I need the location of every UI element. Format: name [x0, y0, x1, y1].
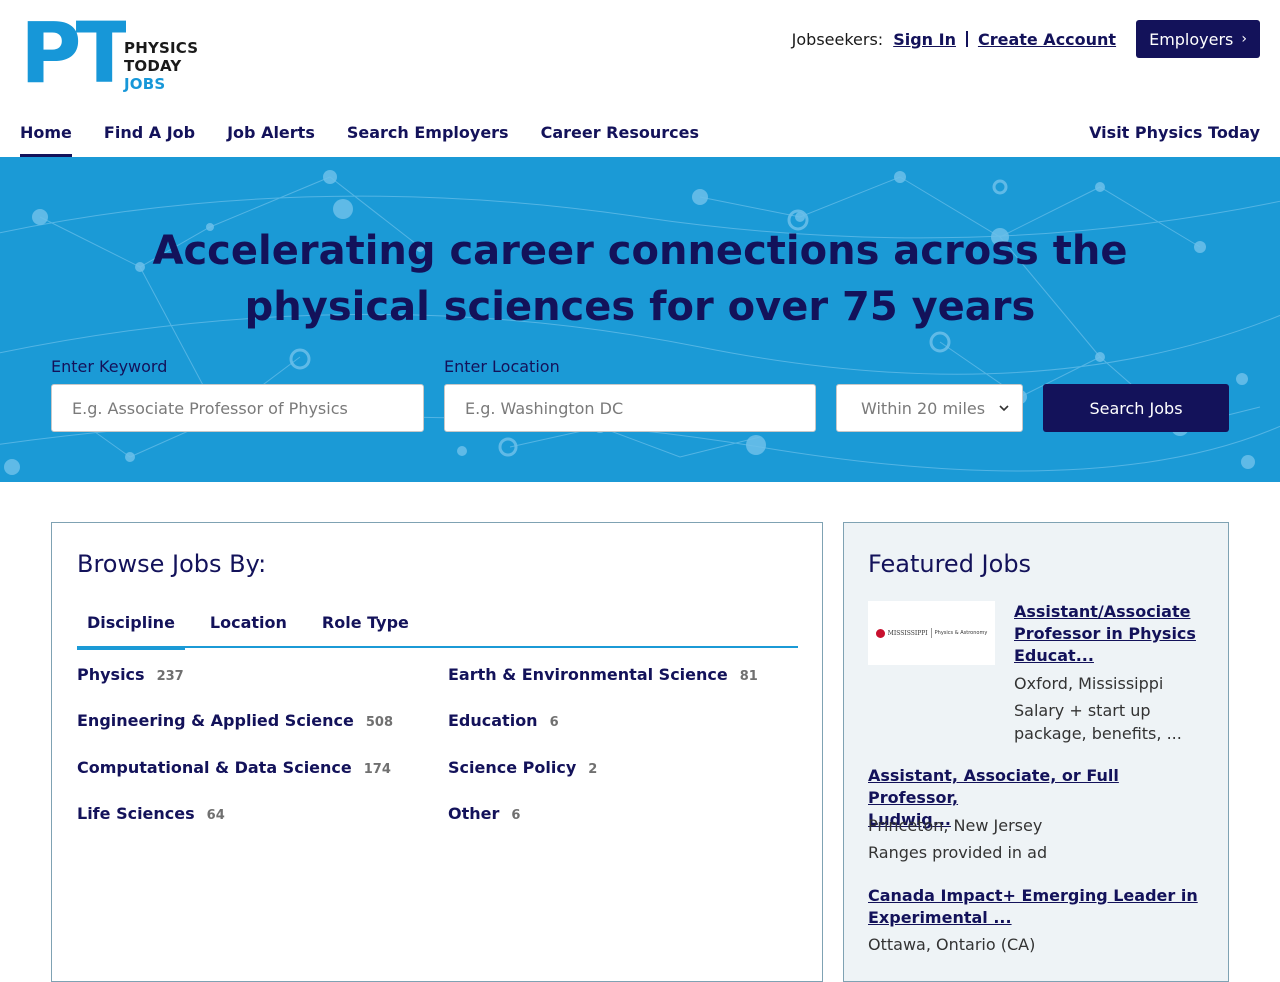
discipline-link[interactable]: Science Policy 2 [448, 758, 597, 777]
discipline-count: 81 [739, 669, 758, 684]
site-header: PT PHYSICS TODAY JOBS Jobseekers: Sign I… [0, 0, 1280, 157]
logo-jobs: JOBS [124, 75, 166, 93]
radius-select[interactable]: Within 20 miles [836, 384, 1023, 432]
discipline-count: 6 [511, 808, 521, 823]
hero-headline: Accelerating career connections across t… [152, 228, 1128, 330]
discipline-name: Physics [77, 665, 145, 684]
discipline-name: Education [448, 711, 538, 730]
sign-in-link[interactable]: Sign In [893, 30, 956, 49]
job-salary-line: Salary + start up [1014, 701, 1151, 720]
job-salary: Salary + start up package, benefits, ... [1014, 699, 1182, 745]
discipline-link[interactable]: Other 6 [448, 804, 520, 823]
featured-job-title-link[interactable]: Assistant/Associate Professor in Physics… [1014, 601, 1204, 667]
browse-jobs-panel: Browse Jobs By: Discipline Location Role… [51, 522, 823, 982]
discipline-name: Computational & Data Science [77, 758, 352, 777]
keyword-label: Enter Keyword [51, 357, 168, 376]
location-label: Enter Location [444, 357, 560, 376]
discipline-count: 237 [156, 669, 184, 684]
employers-button[interactable]: Employers › [1136, 20, 1260, 58]
discipline-link[interactable]: Life Sciences 64 [77, 804, 225, 823]
logo-today: TODAY [124, 57, 182, 75]
nav-find-a-job[interactable]: Find A Job [104, 120, 195, 157]
job-location: Oxford, Mississippi [1014, 674, 1164, 693]
location-input[interactable]: E.g. Washington DC [444, 384, 816, 432]
discipline-count: 174 [363, 762, 391, 777]
discipline-count: 508 [365, 715, 394, 730]
main-nav: Home Find A Job Job Alerts Search Employ… [20, 120, 1260, 157]
discipline-name: Earth & Environmental Science [448, 665, 728, 684]
nav-job-alerts[interactable]: Job Alerts [227, 120, 315, 157]
discipline-count: 6 [549, 715, 559, 730]
tab-location[interactable]: Location [200, 607, 297, 648]
nav-home[interactable]: Home [20, 120, 72, 157]
job-location: Princeton, New Jersey [868, 816, 1043, 835]
university-seal-icon [875, 628, 885, 638]
discipline-count: 2 [588, 762, 598, 777]
chevron-down-icon [999, 405, 1009, 412]
jobseekers-label: Jobseekers: [791, 29, 884, 49]
logo-department-text: Physics & Astronomy [934, 630, 988, 636]
hero-search: Accelerating career connections across t… [0, 157, 1280, 482]
job-title-line: Educat... [1014, 646, 1094, 665]
job-salary-line: package, benefits, ... [1014, 724, 1182, 743]
physics-today-jobs-logo[interactable]: PT PHYSICS TODAY JOBS [20, 20, 220, 93]
browse-tabs: Discipline Location Role Type [77, 607, 798, 650]
discipline-link[interactable]: Earth & Environmental Science 81 [448, 665, 758, 684]
job-title-line: Canada Impact+ Emerging Leader in [868, 886, 1198, 905]
job-location: Ottawa, Ontario (CA) [868, 935, 1036, 954]
employers-label: Employers [1149, 29, 1234, 49]
logo-line-2: TODAY JOBS [124, 57, 220, 93]
nav-visit-physics-today[interactable]: Visit Physics Today [1089, 120, 1260, 157]
discipline-link[interactable]: Education 6 [448, 711, 559, 730]
featured-job-title-link[interactable]: Canada Impact+ Emerging Leader in Experi… [868, 885, 1198, 929]
job-title-line: Assistant/Associate [1014, 602, 1191, 621]
tab-discipline[interactable]: Discipline [77, 607, 185, 650]
discipline-count: 64 [206, 808, 225, 823]
create-account-link[interactable]: Create Account [978, 30, 1116, 49]
job-title-line: Experimental ... [868, 908, 1012, 927]
link-divider [965, 31, 968, 47]
nav-search-employers[interactable]: Search Employers [347, 120, 509, 157]
job-salary: Ranges provided in ad [868, 843, 1048, 862]
radius-selected-value: Within 20 miles [861, 398, 986, 418]
job-title-line: Assistant, Associate, or Full Professor, [868, 766, 1119, 807]
logo-wordmark: PHYSICS TODAY JOBS [124, 39, 220, 93]
featured-jobs-panel: Featured Jobs MISSISSIPPI Physics & Astr… [843, 522, 1229, 982]
discipline-link[interactable]: Physics 237 [77, 665, 184, 684]
discipline-link[interactable]: Engineering & Applied Science 508 [77, 711, 393, 730]
browse-title: Browse Jobs By: [77, 550, 267, 578]
tab-role-type[interactable]: Role Type [312, 607, 419, 648]
discipline-name: Engineering & Applied Science [77, 711, 354, 730]
employer-logo[interactable]: MISSISSIPPI Physics & Astronomy [868, 601, 995, 665]
discipline-name: Life Sciences [77, 804, 195, 823]
logo-university-text: MISSISSIPPI [887, 629, 928, 637]
discipline-name: Science Policy [448, 758, 577, 777]
job-title-line: Professor in Physics [1014, 624, 1196, 643]
account-links: Jobseekers: Sign In Create Account Emplo… [792, 20, 1260, 58]
logo-mark: PT [20, 20, 126, 86]
logo-line-1: PHYSICS [124, 39, 199, 57]
featured-title: Featured Jobs [868, 550, 1032, 578]
chevron-right-icon: › [1241, 31, 1247, 47]
nav-career-resources[interactable]: Career Resources [541, 120, 699, 157]
keyword-input[interactable]: E.g. Associate Professor of Physics [51, 384, 424, 432]
search-jobs-button[interactable]: Search Jobs [1043, 384, 1229, 432]
discipline-link[interactable]: Computational & Data Science 174 [77, 758, 391, 777]
logo-divider [930, 628, 932, 638]
discipline-name: Other [448, 804, 500, 823]
